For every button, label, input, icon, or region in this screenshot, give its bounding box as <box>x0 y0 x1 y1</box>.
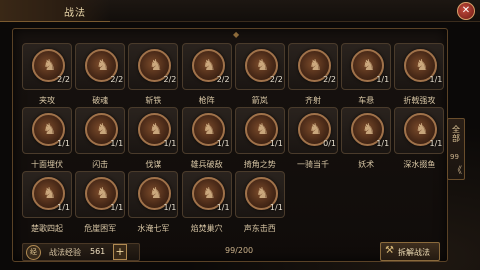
tactic-card[interactable]: ♞ 1/1 声东击西 <box>234 171 285 235</box>
warrior-icon: ♞ <box>149 120 163 138</box>
tactic-count: 1/1 <box>163 139 177 148</box>
tactic-card[interactable]: ♞ 1/1 伐谋 <box>128 107 179 171</box>
filter-tab-count: 99 <box>450 153 459 161</box>
add-exp-button[interactable]: + <box>113 244 127 260</box>
warrior-icon: ♞ <box>42 56 57 74</box>
tactic-name: 声东击西 <box>243 224 276 233</box>
tactic-count: 1/1 <box>57 203 70 212</box>
tactic-card[interactable]: ♞ 1/1 十面埋伏 <box>22 107 72 171</box>
tactic-card[interactable]: ♞ 2/2 箭岚 <box>234 43 285 107</box>
warrior-icon: ♞ <box>361 120 376 138</box>
tactic-card[interactable]: ♞ 1/1 妖术 <box>341 107 392 171</box>
tactic-count: 1/1 <box>216 203 230 212</box>
decompose-tactic-button[interactable]: ⚒ 拆解战法 <box>380 242 440 261</box>
warrior-icon: ♞ <box>95 56 110 74</box>
exp-label: 战法经验 <box>49 248 81 257</box>
warrior-icon: ♞ <box>202 56 216 74</box>
tactic-count: 1/1 <box>57 139 70 148</box>
tactic-count: 2/2 <box>110 75 124 84</box>
filter-tab-label: 全部 <box>452 125 460 143</box>
tactic-card[interactable]: ♞ 1/1 危崖困军 <box>75 171 126 235</box>
tactic-count: 1/1 <box>429 139 443 148</box>
tactic-count: 2/2 <box>163 75 177 84</box>
warrior-icon: ♞ <box>415 120 429 138</box>
hammer-icon: ⚒ <box>385 245 394 256</box>
tactic-card[interactable]: ♞ 1/1 折戟强攻 <box>394 43 445 107</box>
warrior-icon: ♞ <box>95 184 110 202</box>
warrior-icon: ♞ <box>361 56 376 74</box>
warrior-icon: ♞ <box>149 56 163 74</box>
title-banner: 战法 <box>0 0 110 22</box>
tactic-card[interactable]: ♞ 1/1 掎角之势 <box>234 107 285 171</box>
tactic-count: 2/2 <box>269 75 283 84</box>
top-bar: 战法 ✕ <box>0 0 480 22</box>
tactic-name: 深水掇鱼 <box>403 160 436 169</box>
warrior-icon: ♞ <box>415 56 429 74</box>
decompose-label: 拆解战法 <box>398 248 430 257</box>
warrior-icon: ♞ <box>255 120 270 138</box>
warrior-icon: ♞ <box>255 56 270 74</box>
tactic-card[interactable]: ♞ 1/1 雄兵破敌 <box>181 107 232 171</box>
tactic-count: 1/1 <box>110 203 124 212</box>
tactic-card[interactable]: ♞ 2/2 斩铁 <box>128 43 179 107</box>
tactic-count: 1/1 <box>376 75 390 84</box>
tactic-count: 2/2 <box>323 75 336 84</box>
ornament-icon: ◆ <box>233 30 240 39</box>
warrior-icon: ♞ <box>42 120 57 138</box>
tactic-card[interactable]: ♞ 2/2 破魂 <box>75 43 126 107</box>
warrior-icon: ♞ <box>255 184 270 202</box>
tactic-card[interactable]: ♞ 1/1 车悬 <box>341 43 392 107</box>
close-icon: ✕ <box>461 5 471 16</box>
tactic-card[interactable]: ♞ 1/1 水淹七军 <box>128 171 179 235</box>
warrior-icon: ♞ <box>202 120 216 138</box>
tactic-count: 2/2 <box>216 75 230 84</box>
collapse-arrow-icon: 《 <box>453 166 463 176</box>
tactic-count: 1/1 <box>110 139 124 148</box>
warrior-icon: ♞ <box>308 56 323 74</box>
tactic-count: 1/1 <box>269 203 283 212</box>
tactic-card[interactable]: ♞ 2/2 夹攻 <box>22 43 72 107</box>
tactic-card[interactable]: ♞ 1/1 闪击 <box>75 107 126 171</box>
tactic-count: 1/1 <box>376 139 390 148</box>
warrior-icon: ♞ <box>42 184 57 202</box>
filter-tab-all[interactable]: 全部 99 《 <box>447 118 465 180</box>
tactic-count: 1/1 <box>269 139 283 148</box>
warrior-icon: ♞ <box>149 184 163 202</box>
tactic-card[interactable]: ♞ 2/2 齐射 <box>288 43 338 107</box>
tactic-count: 1/1 <box>216 139 230 148</box>
tactic-card[interactable]: ♞ 1/1 深水掇鱼 <box>394 107 445 171</box>
exp-icon: 经 <box>26 245 41 260</box>
close-button[interactable]: ✕ <box>457 2 475 20</box>
tactic-card[interactable]: ♞ 1/1 楚歌四起 <box>22 171 72 235</box>
warrior-icon: ♞ <box>95 120 110 138</box>
tactics-grid: ♞ 2/2 夹攻 ♞ 2/2 破魂 ♞ 2/2 斩铁 ♞ 2/2 枪阵 ♞ 2/2 箭岚 ♞ 2/2 齐射 ♞ 1/1… <box>22 43 446 233</box>
tactic-card[interactable]: ♞ 1/1 焰焚巢穴 <box>181 171 232 235</box>
warrior-icon: ♞ <box>308 120 323 138</box>
tactic-name: 折戟强攻 <box>403 96 436 105</box>
footer-bar: 经 战法经验 561 + 99/200 ⚒ 拆解战法 <box>22 242 446 261</box>
tactic-count: 1/1 <box>429 75 443 84</box>
page-title: 战法 <box>64 8 86 19</box>
tactic-exp-box: 经 战法经验 561 + <box>22 243 140 261</box>
tactic-count: 2/2 <box>57 75 70 84</box>
tactic-count: 0/1 <box>323 139 336 148</box>
tactic-count: 1/1 <box>163 203 177 212</box>
tactic-capacity: 99/200 <box>225 246 254 255</box>
tactic-card[interactable]: ♞ 2/2 枪阵 <box>181 43 232 107</box>
tactic-card[interactable]: ♞ 0/1 一骑当千 <box>288 107 338 171</box>
warrior-icon: ♞ <box>202 184 216 202</box>
exp-value: 561 <box>90 247 106 256</box>
